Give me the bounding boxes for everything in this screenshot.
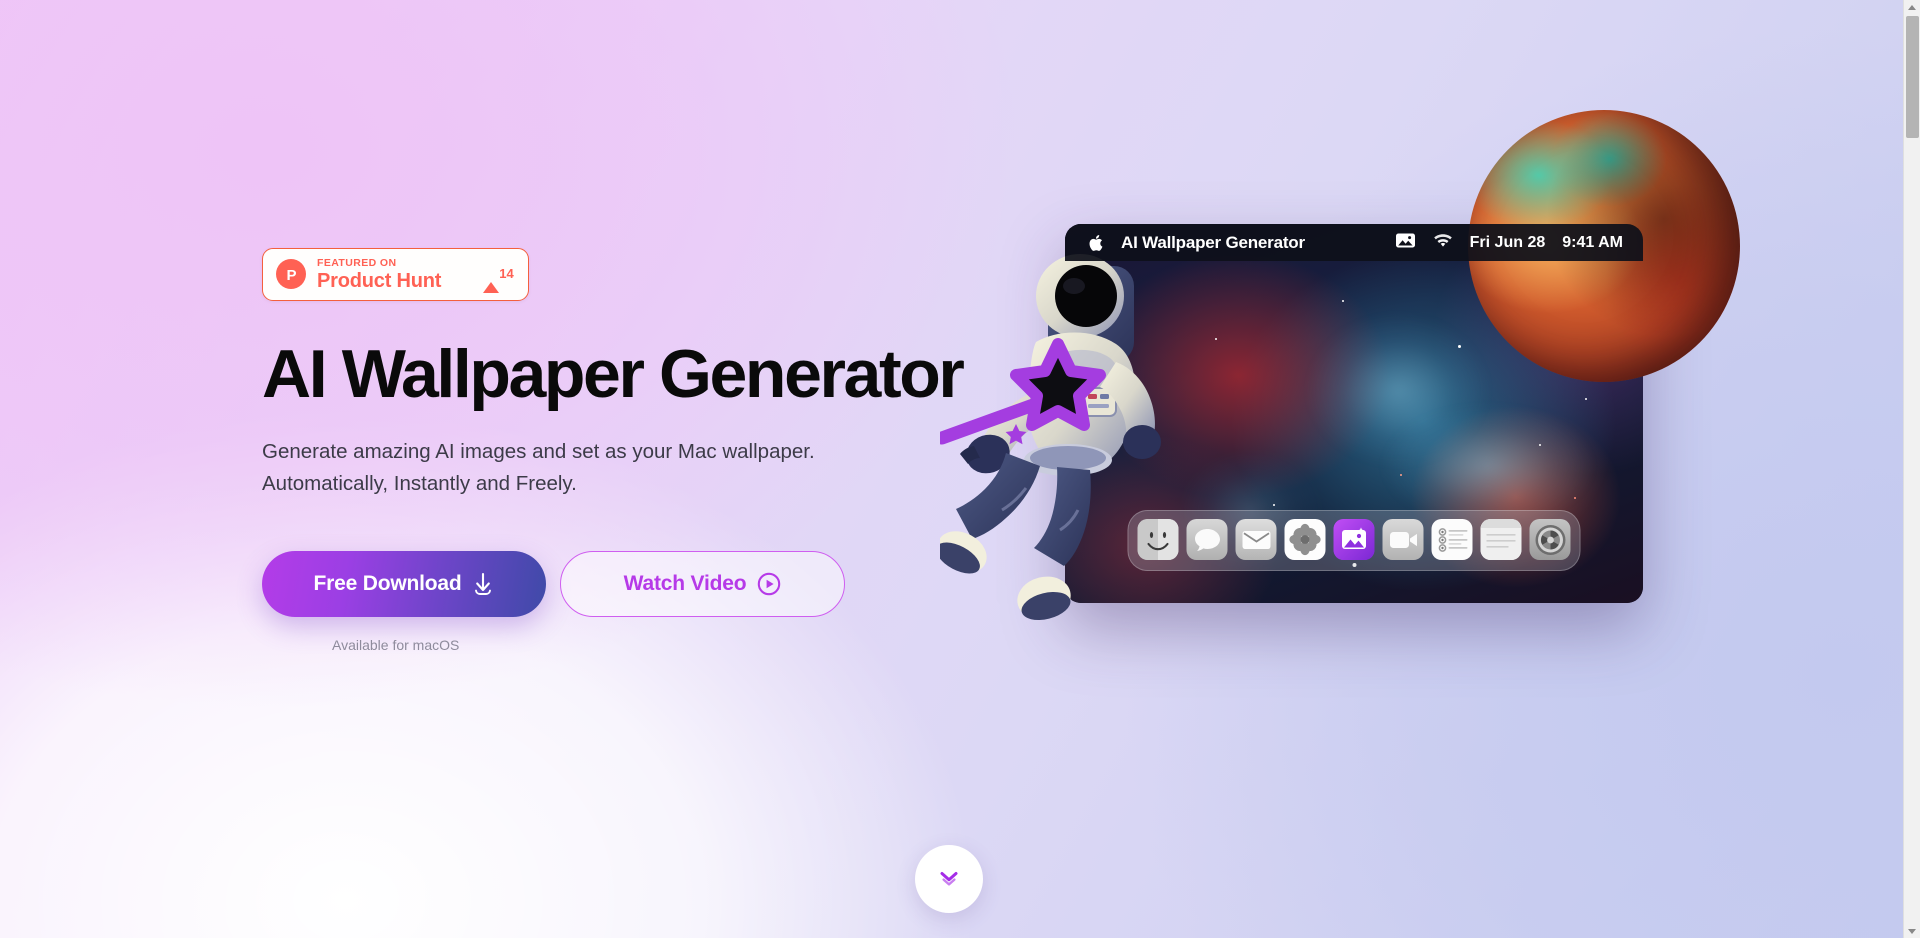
hero-subtitle: Generate amazing AI images and set as yo… [262,436,902,500]
macos-dock [1127,510,1581,571]
chevron-up-icon [1908,4,1916,10]
apple-logo-icon[interactable] [1088,234,1103,252]
product-hunt-badge[interactable]: P FEATURED ON Product Hunt 14 [262,248,529,301]
scrollbar-down-arrow[interactable] [1904,924,1920,938]
page-title: AI Wallpaper Generator [262,335,965,412]
landing-page: AI Wallpaper Generator Fri Jun 28 9:41 A… [0,0,1920,938]
availability-note: Available for macOS [332,637,460,654]
menubar-date: Fri Jun 28 [1469,233,1546,251]
scrollbar-up-arrow[interactable] [1904,0,1920,14]
cta-button-row: Free Download Watch Video [262,551,942,618]
dock-item-notes[interactable] [1480,519,1522,560]
dock-item-facetime[interactable] [1382,519,1424,560]
hero-subtitle-line-1: Generate amazing AI images and set as yo… [262,439,815,463]
product-hunt-name: Product Hunt [317,269,442,292]
chevron-down-icon [1908,928,1916,934]
dock-active-indicator [1352,563,1356,567]
hero-content: P FEATURED ON Product Hunt 14 AI Wallpap… [262,248,965,654]
watch-video-button[interactable]: Watch Video [560,551,845,618]
chevron-double-down-icon [936,865,962,894]
free-download-button[interactable]: Free Download [262,551,546,618]
menubar-app-title: AI Wallpaper Generator [1121,232,1305,252]
dock-item-ai-wallpaper-generator[interactable] [1333,519,1375,567]
free-download-label: Free Download [313,572,462,596]
hero-subtitle-line-2: Automatically, Instantly and Freely. [262,471,577,495]
download-arrow-icon [472,572,494,596]
svg-text:P: P [286,267,296,284]
scrollbar-thumb[interactable] [1906,16,1919,138]
product-hunt-upvotes[interactable]: 14 [483,265,514,294]
wifi-icon[interactable] [1433,233,1453,253]
product-hunt-featured-label: FEATURED ON [317,257,397,269]
play-circle-icon [757,572,781,596]
vertical-scrollbar[interactable] [1903,0,1920,938]
upvote-arrow-icon [483,265,500,294]
upvote-count: 14 [499,266,514,282]
dock-item-reminders[interactable] [1431,519,1473,560]
watch-video-label: Watch Video [623,572,747,596]
dock-item-mail[interactable] [1235,519,1277,560]
photos-menubar-icon[interactable] [1395,231,1416,254]
dock-item-finder[interactable] [1137,519,1179,560]
menubar-time: 9:41 AM [1562,233,1623,251]
macos-menubar: AI Wallpaper Generator Fri Jun 28 9:41 A… [1065,224,1643,261]
dock-item-system-settings[interactable] [1529,519,1571,560]
dock-item-messages[interactable] [1186,519,1228,560]
product-hunt-logo-icon: P [276,259,306,290]
scroll-down-button[interactable] [915,845,983,913]
astronaut-illustration [940,238,1170,670]
dock-item-photos[interactable] [1284,519,1326,560]
